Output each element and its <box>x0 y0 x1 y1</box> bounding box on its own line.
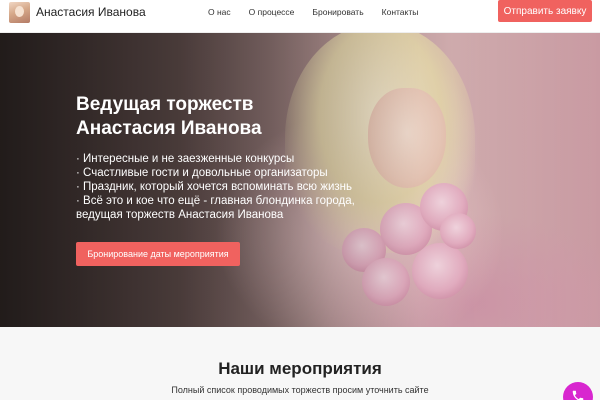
brand[interactable]: Анастасия Иванова <box>9 0 146 24</box>
section-title: Наши мероприятия <box>218 359 382 378</box>
site-header: Анастасия Иванова О нас О процессе Брони… <box>0 0 600 33</box>
hero-bullet: · Всё это и кое что ещё - главная блонди… <box>76 195 355 207</box>
hero-title-line: Анастасия Иванова <box>76 118 262 139</box>
hero-banner: Ведущая торжеств Анастасия Иванова · Инт… <box>0 33 600 327</box>
brand-avatar <box>9 1 30 23</box>
nav-link-booking[interactable]: Бронировать <box>312 7 363 17</box>
hero-bullet: ведущая торжеств Анастасия Иванова <box>76 209 284 221</box>
hero-bullet: · Интересные и не заезженные конкурсы <box>76 153 295 165</box>
events-section: Наши мероприятия Полный список проводимы… <box>0 327 600 400</box>
hero-title-line: Ведущая торжеств <box>76 94 254 115</box>
send-request-button[interactable]: Отправить заявку <box>498 0 592 22</box>
nav-link-process[interactable]: О процессе <box>249 7 295 17</box>
main-nav: О нас О процессе Бронировать Контакты <box>208 0 436 24</box>
hero-title: Ведущая торжеств Анастасия Иванова <box>76 93 376 141</box>
brand-name: Анастасия Иванова <box>36 5 146 19</box>
hero-bullet: · Счастливые гости и довольные организат… <box>76 167 328 179</box>
hero-bullet: · Праздник, который хочется вспоминать в… <box>76 181 352 193</box>
nav-link-about[interactable]: О нас <box>208 7 231 17</box>
book-date-button[interactable]: Бронирование даты мероприятия <box>76 242 240 266</box>
nav-link-contacts[interactable]: Контакты <box>382 7 419 17</box>
section-subtitle: Полный список проводимых торжеств просим… <box>171 385 429 395</box>
hero-bullets: · Интересные и не заезженные конкурсы · … <box>76 152 376 222</box>
phone-icon <box>572 390 584 400</box>
hero-content: Ведущая торжеств Анастасия Иванова · Инт… <box>76 93 376 222</box>
